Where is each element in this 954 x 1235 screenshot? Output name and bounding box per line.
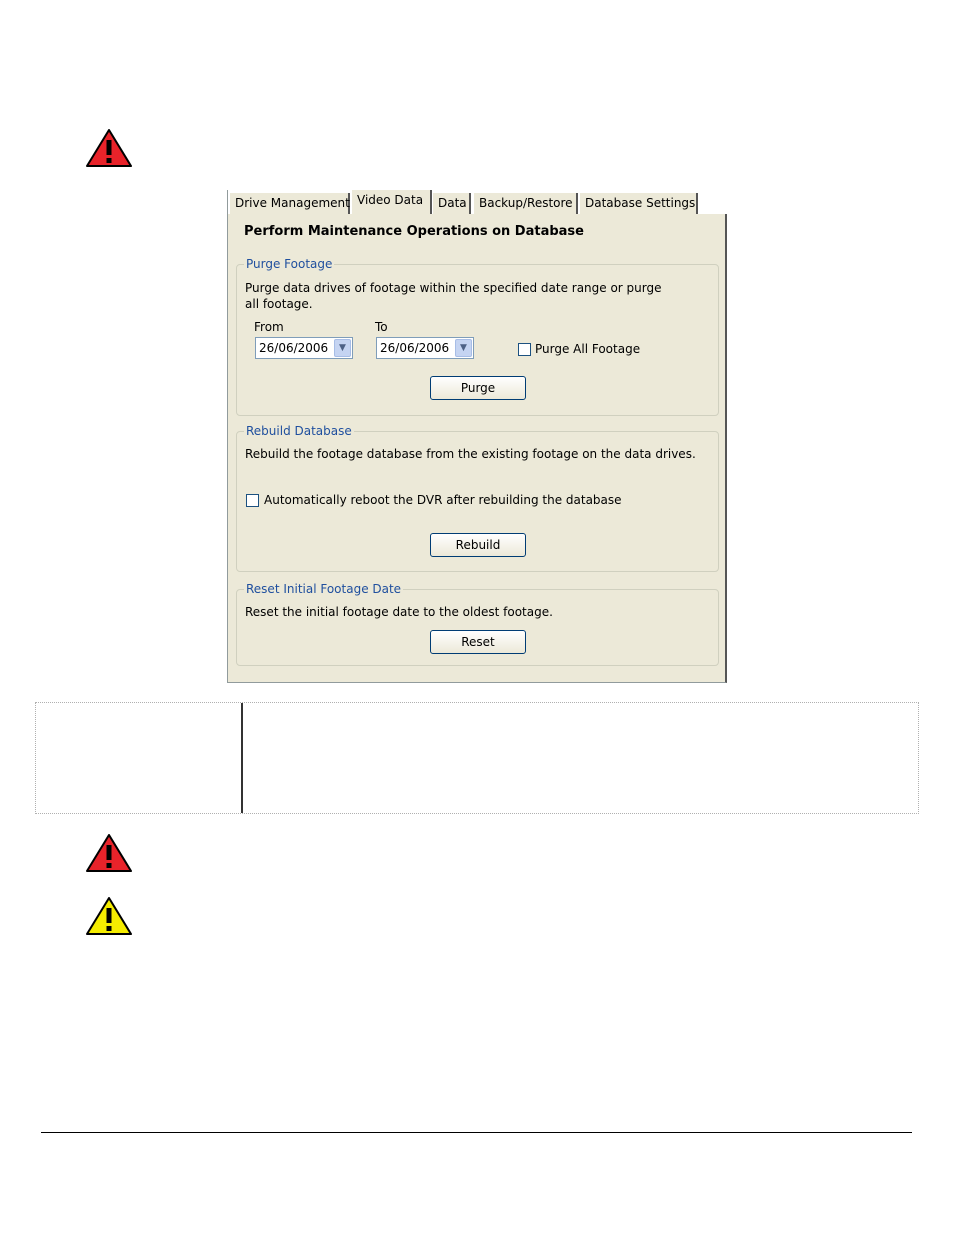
tab-data[interactable]: Data	[433, 193, 471, 214]
chevron-down-icon[interactable]: ▼	[455, 339, 472, 357]
caution-icon	[85, 896, 133, 936]
reset-button[interactable]: Reset	[430, 630, 526, 654]
database-maintenance-dialog: Drive Management Video Data Data Backup/…	[227, 190, 728, 683]
from-date-picker[interactable]: 26/06/2006 ▼	[255, 337, 353, 359]
tab-drive-management[interactable]: Drive Management	[230, 193, 350, 214]
reset-footage-date-group: Reset Initial Footage Date Reset the ini…	[236, 581, 719, 666]
rebuild-description: Rebuild the footage database from the ex…	[245, 447, 696, 461]
reset-footage-date-legend: Reset Initial Footage Date	[244, 581, 404, 597]
rebuild-button[interactable]: Rebuild	[430, 533, 526, 557]
auto-reboot-checkbox[interactable]	[246, 494, 259, 507]
purge-footage-legend: Purge Footage	[244, 256, 335, 272]
to-date-value: 26/06/2006	[380, 341, 450, 355]
reset-description: Reset the initial footage date to the ol…	[245, 605, 553, 619]
to-label: To	[375, 320, 388, 334]
purge-all-checkbox[interactable]	[518, 343, 531, 356]
rebuild-database-group: Rebuild Database Rebuild the footage dat…	[236, 423, 719, 572]
auto-reboot-label: Automatically reboot the DVR after rebui…	[264, 493, 622, 507]
purge-description: Purge data drives of footage within the …	[245, 281, 662, 311]
tab-backup-restore[interactable]: Backup/Restore	[474, 193, 578, 214]
purge-all-label: Purge All Footage	[535, 342, 641, 356]
chevron-down-icon[interactable]: ▼	[334, 339, 351, 357]
to-date-picker[interactable]: 26/06/2006 ▼	[376, 337, 474, 359]
dialog-title: Perform Maintenance Operations on Databa…	[244, 224, 584, 239]
purge-footage-group: Purge Footage Purge data drives of foota…	[236, 256, 719, 416]
from-date-value: 26/06/2006	[259, 341, 329, 355]
purge-button[interactable]: Purge	[430, 376, 526, 400]
tab-strip: Drive Management Video Data Data Backup/…	[228, 190, 728, 214]
column-divider	[241, 703, 243, 813]
tab-database-settings[interactable]: Database Settings	[580, 193, 698, 214]
tab-video-data[interactable]: Video Data	[352, 190, 432, 214]
footer-rule	[41, 1132, 912, 1133]
warning-icon	[85, 833, 133, 873]
description-table	[35, 702, 919, 814]
rebuild-database-legend: Rebuild Database	[244, 423, 354, 439]
from-label: From	[254, 320, 284, 334]
warning-icon	[85, 128, 133, 168]
